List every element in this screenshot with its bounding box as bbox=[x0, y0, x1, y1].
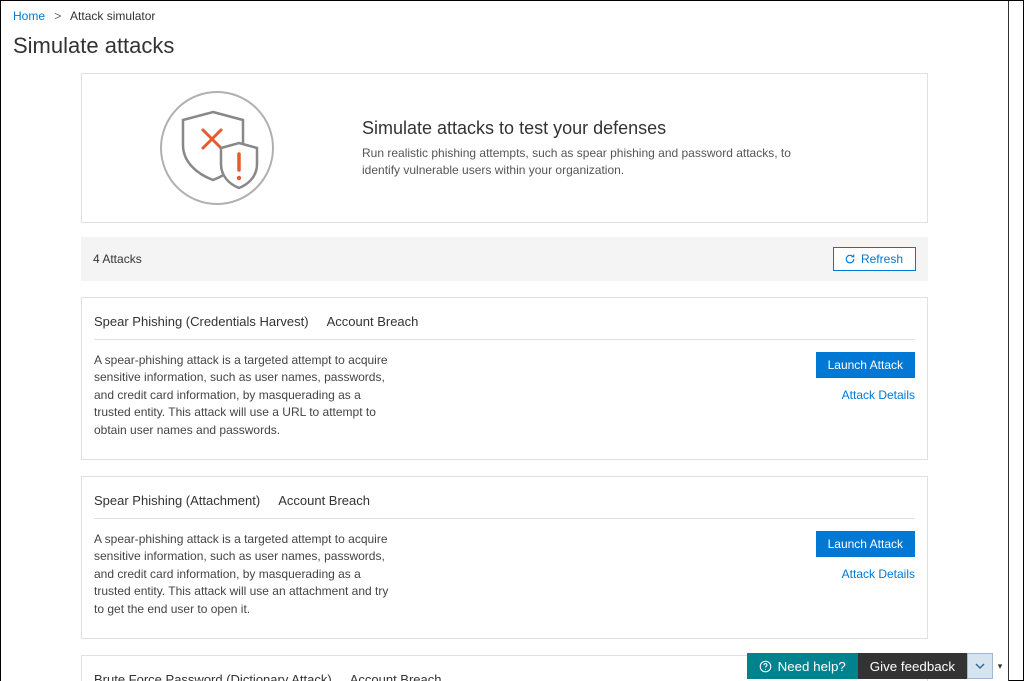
breadcrumb-current: Attack simulator bbox=[70, 9, 155, 23]
bottom-action-bar: Need help? Give feedback ▾ bbox=[747, 653, 1007, 679]
attack-category: Account Breach bbox=[278, 493, 370, 508]
attacks-summary-bar: 4 Attacks Refresh bbox=[81, 237, 928, 281]
need-help-label: Need help? bbox=[778, 659, 846, 674]
need-help-button[interactable]: Need help? bbox=[747, 653, 858, 679]
attack-name: Spear Phishing (Attachment) bbox=[94, 493, 260, 508]
attacks-count: 4 Attacks bbox=[93, 252, 142, 266]
chevron-down-icon bbox=[975, 661, 985, 671]
hero-description: Run realistic phishing attempts, such as… bbox=[362, 145, 822, 179]
question-circle-icon bbox=[759, 660, 772, 673]
refresh-label: Refresh bbox=[861, 252, 903, 266]
attack-name: Brute Force Password (Dictionary Attack) bbox=[94, 672, 332, 681]
breadcrumb-separator: > bbox=[54, 9, 61, 23]
attack-description: A spear-phishing attack is a targeted at… bbox=[94, 352, 394, 439]
attack-details-link[interactable]: Attack Details bbox=[816, 567, 915, 581]
refresh-button[interactable]: Refresh bbox=[833, 247, 916, 271]
feedback-dropdown-button[interactable] bbox=[967, 653, 993, 679]
page-title: Simulate attacks bbox=[1, 29, 1008, 73]
attack-card: Spear Phishing (Credentials Harvest) Acc… bbox=[81, 297, 928, 460]
refresh-icon bbox=[844, 253, 856, 265]
attack-card: Spear Phishing (Attachment) Account Brea… bbox=[81, 476, 928, 639]
attack-name: Spear Phishing (Credentials Harvest) bbox=[94, 314, 309, 329]
breadcrumb: Home > Attack simulator bbox=[1, 1, 1008, 29]
attack-description: A spear-phishing attack is a targeted at… bbox=[94, 531, 394, 618]
hero-title: Simulate attacks to test your defenses bbox=[362, 118, 822, 139]
attack-details-link[interactable]: Attack Details bbox=[816, 388, 915, 402]
launch-attack-button[interactable]: Launch Attack bbox=[816, 352, 915, 378]
attack-category: Account Breach bbox=[327, 314, 419, 329]
launch-attack-button[interactable]: Launch Attack bbox=[816, 531, 915, 557]
feedback-menu-caret[interactable]: ▾ bbox=[993, 653, 1007, 679]
attack-category: Account Breach bbox=[350, 672, 442, 681]
hero-illustration bbox=[92, 88, 342, 208]
give-feedback-button[interactable]: Give feedback bbox=[858, 653, 967, 679]
app-scroll-frame[interactable]: Home > Attack simulator Simulate attacks bbox=[1, 1, 1009, 681]
hero-card: Simulate attacks to test your defenses R… bbox=[81, 73, 928, 223]
breadcrumb-home-link[interactable]: Home bbox=[13, 9, 45, 23]
shield-alert-icon bbox=[157, 88, 277, 208]
